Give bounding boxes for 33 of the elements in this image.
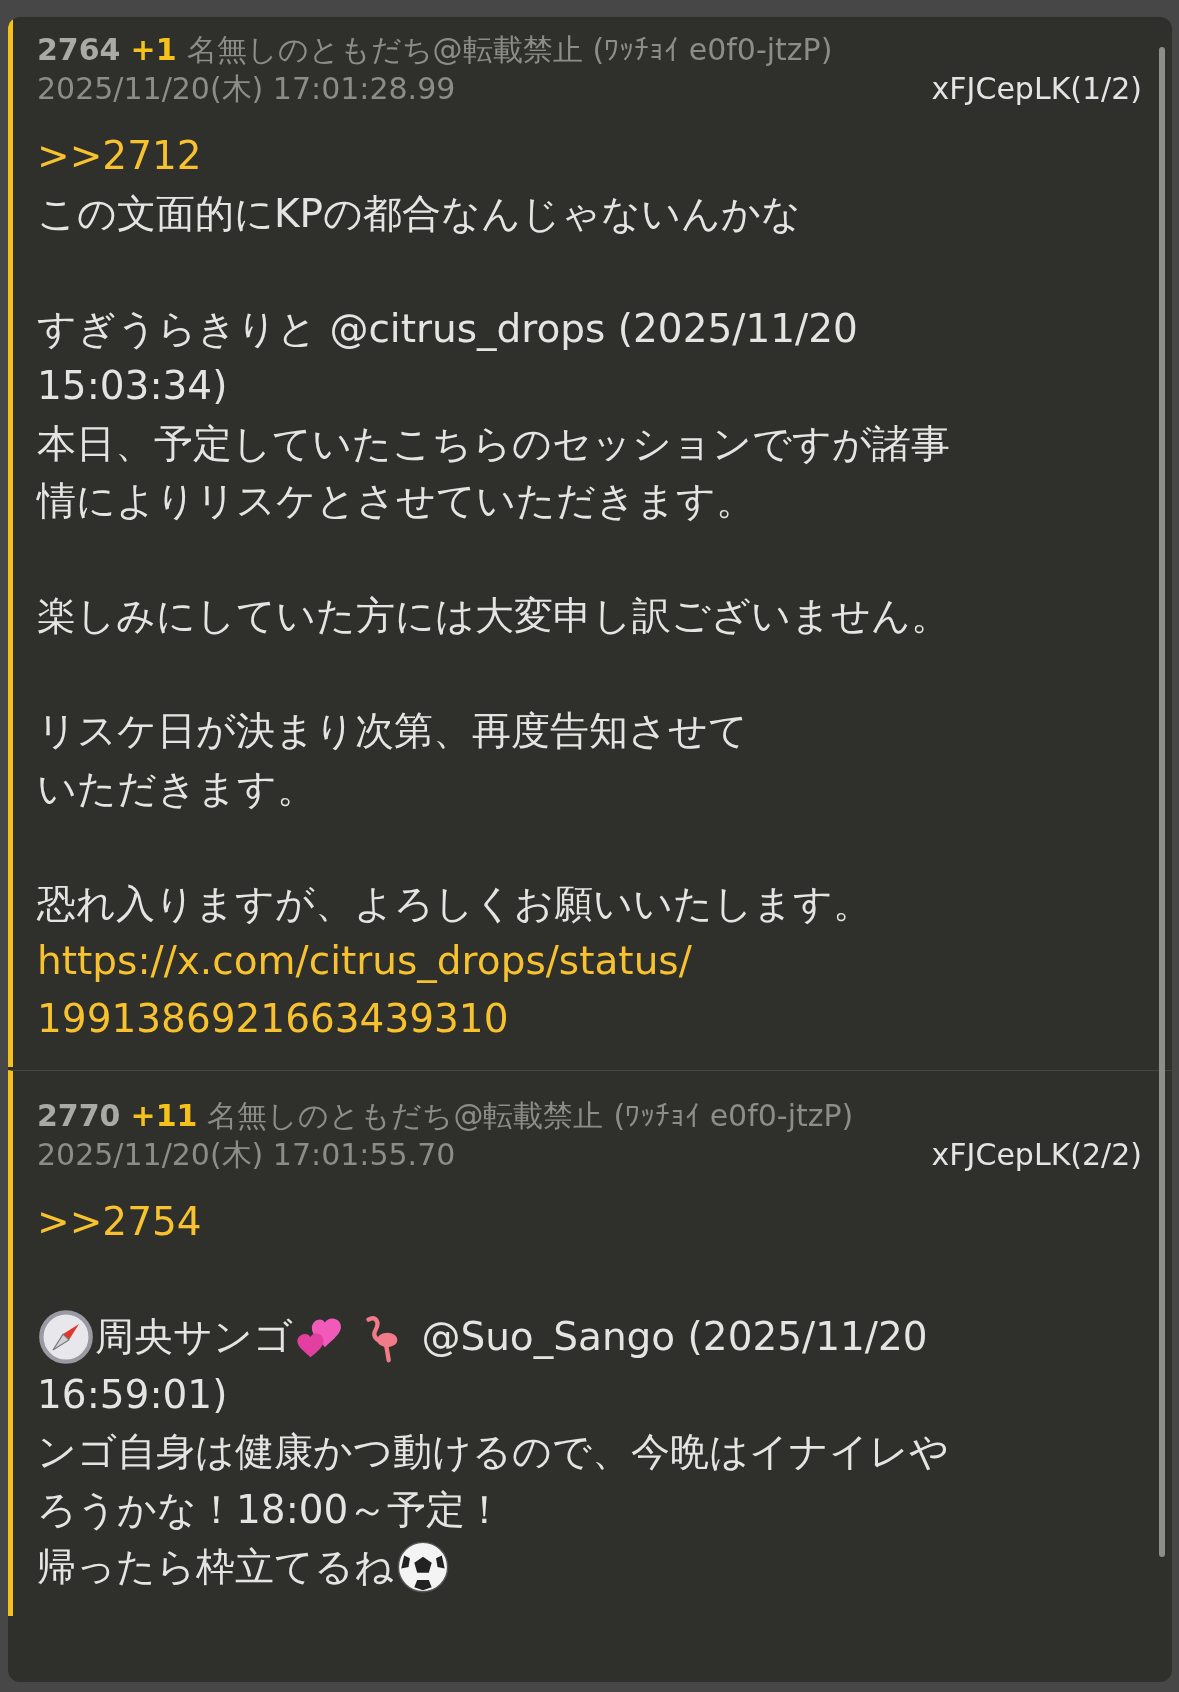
reply-link[interactable]: >>2754 bbox=[37, 1193, 202, 1251]
poster-id[interactable]: xFJCepLK(1/2) bbox=[931, 69, 1142, 109]
body-text: @Suo_Sango (2025/11/20 bbox=[420, 1313, 928, 1361]
poster-id[interactable]: xFJCepLK(2/2) bbox=[931, 1135, 1142, 1175]
body-text: ンゴ自身は健康かつ動けるので、今晩はイナイレや bbox=[37, 1428, 949, 1476]
post-date: 2025/11/20(木) 17:01:28.99 bbox=[37, 70, 456, 108]
body-text: いただきます。 bbox=[37, 764, 316, 813]
poster-trip: (ﾜｯﾁｮｲ e0f0-jtzP) bbox=[592, 31, 833, 69]
body-text: 情によりリスケとさせていただきます。 bbox=[37, 477, 755, 525]
poster-name: 名無しのともだち@転載禁止 bbox=[207, 1097, 604, 1135]
body-text: この文面的にKPの都合なんじゃないんかな bbox=[37, 189, 802, 238]
body-text: 本日、予定していたこちらのセッションですが諸事 bbox=[37, 419, 950, 468]
reply-link[interactable]: >>2712 bbox=[37, 127, 202, 185]
post-date: 2025/11/20(木) 17:01:55.70 bbox=[37, 1136, 456, 1174]
body-text: 帰ったら枠立てるね bbox=[37, 1543, 394, 1591]
vote-count: +11 bbox=[130, 1097, 198, 1135]
body-text: 恐れ入りますが、よろしくお願いいたします。 bbox=[37, 879, 872, 928]
body-text: 15:03:34) bbox=[37, 362, 228, 410]
vote-count: +1 bbox=[130, 31, 177, 69]
poster-trip: (ﾜｯﾁｮｲ e0f0-jtzP) bbox=[613, 1097, 854, 1135]
post-number[interactable]: 2764 bbox=[37, 31, 121, 69]
body-text: ろうかな！18:00～予定！ bbox=[37, 1485, 505, 1534]
body-text: 16:59:01) bbox=[37, 1370, 228, 1419]
post-number[interactable]: 2770 bbox=[37, 1097, 121, 1135]
scroll-bar[interactable] bbox=[1159, 47, 1165, 1557]
body-text: 周央サンゴ bbox=[95, 1313, 293, 1361]
compass-icon bbox=[37, 1307, 95, 1366]
body-text: すぎうらきりと @citrus_drops (2025/11/20 bbox=[37, 304, 858, 353]
poster-name: 名無しのともだち@転載禁止 bbox=[186, 31, 583, 69]
url-link[interactable]: 1991386921663439310 bbox=[37, 989, 509, 1047]
body-text: リスケ日が決まり次第、再度告知させて bbox=[37, 707, 748, 755]
body-text: 楽しみにしていた方には大変申し訳ございません。 bbox=[37, 592, 950, 640]
url-link[interactable]: https://x.com/citrus_drops/status/ bbox=[37, 932, 692, 990]
